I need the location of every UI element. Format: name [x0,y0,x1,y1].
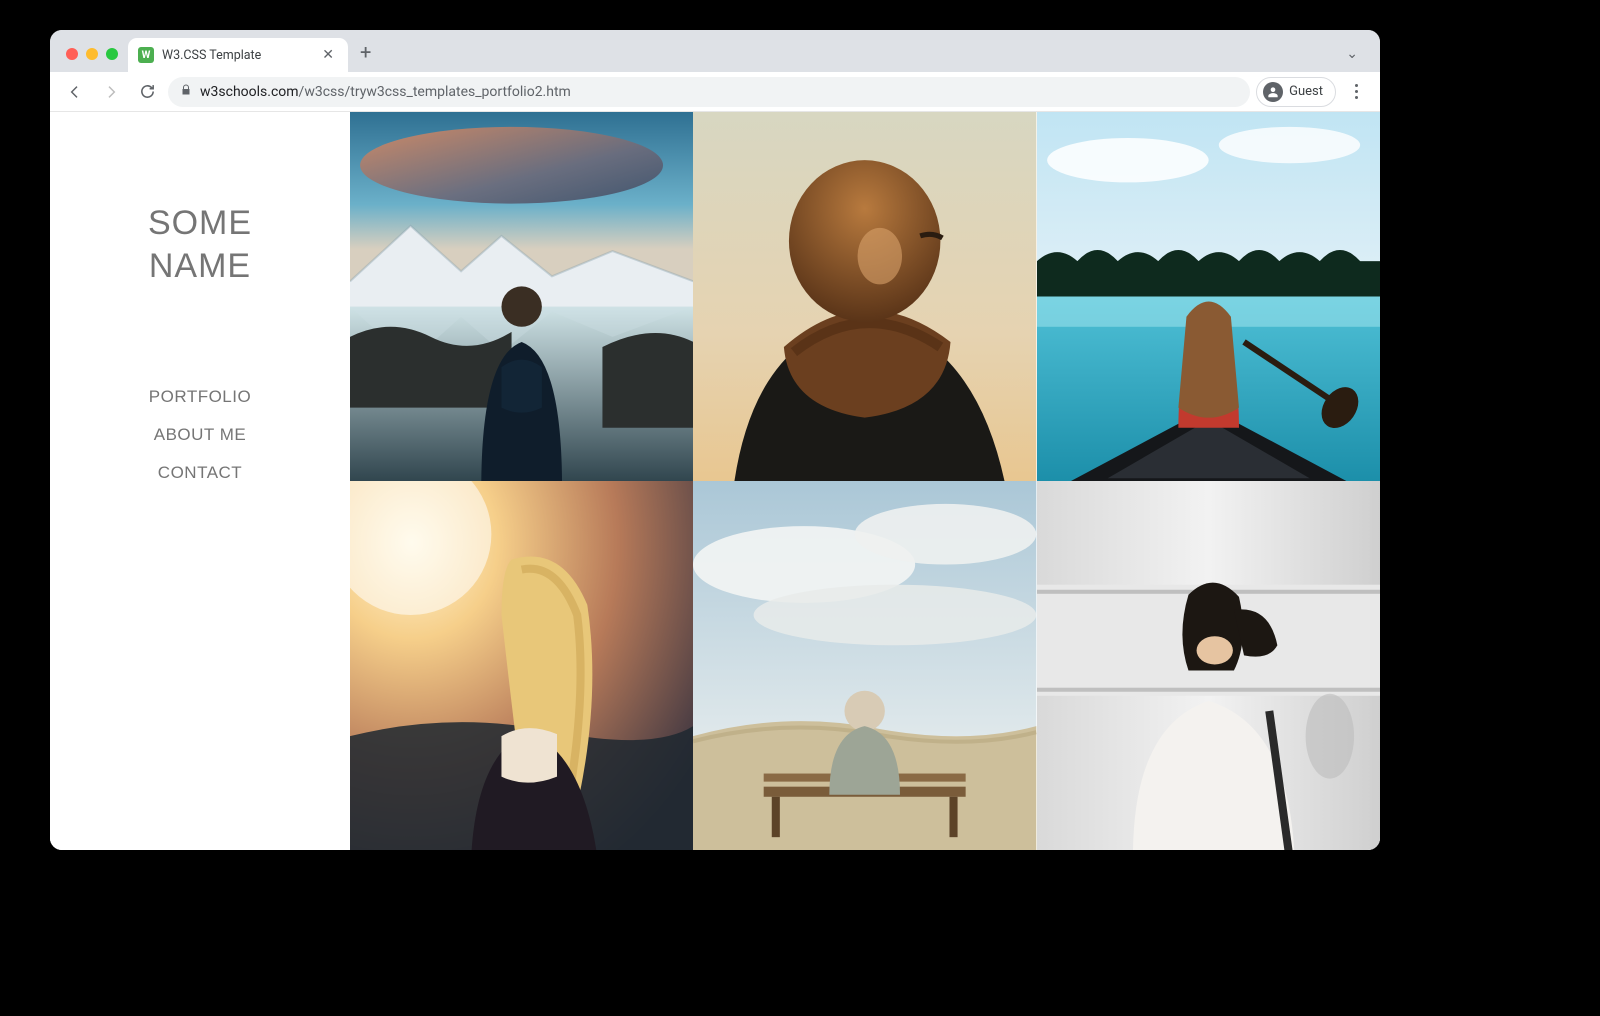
browser-tab[interactable]: W W3.CSS Template ✕ [128,38,348,72]
nav-portfolio[interactable]: PORTFOLIO [50,387,350,407]
portfolio-grid [350,112,1380,850]
brand-line2: NAME [50,245,350,288]
url-host: w3schools.com [200,84,299,100]
url-text: w3schools.com/w3css/tryw3css_templates_p… [200,84,571,100]
browser-window: W W3.CSS Template ✕ + ⌄ w3schools.com/w3… [50,30,1380,850]
profile-label: Guest [1289,84,1323,99]
minimize-window-icon[interactable] [86,48,98,60]
new-tab-button[interactable]: + [348,40,383,72]
profile-button[interactable]: Guest [1256,77,1336,107]
portfolio-tile-6[interactable] [1037,481,1380,850]
lock-icon [180,84,192,99]
sidebar: SOME NAME PORTFOLIO ABOUT ME CONTACT [50,112,350,850]
nav-contact[interactable]: CONTACT [50,463,350,483]
tab-close-icon[interactable]: ✕ [318,45,338,65]
portfolio-tile-5[interactable] [693,481,1036,850]
menu-button[interactable] [1342,84,1370,99]
brand-line1: SOME [50,202,350,245]
portfolio-tile-2[interactable] [693,112,1036,481]
portfolio-tile-4[interactable] [350,481,693,850]
maximize-window-icon[interactable] [106,48,118,60]
favicon-icon: W [138,47,154,63]
page-viewport: SOME NAME PORTFOLIO ABOUT ME CONTACT [50,112,1380,850]
back-button[interactable] [60,77,90,107]
site-brand[interactable]: SOME NAME [50,202,350,287]
nav-list: PORTFOLIO ABOUT ME CONTACT [50,387,350,483]
close-window-icon[interactable] [66,48,78,60]
portfolio-tile-3[interactable] [1037,112,1380,481]
nav-about-me[interactable]: ABOUT ME [50,425,350,445]
tab-title: W3.CSS Template [162,48,310,63]
url-path: /w3css/tryw3css_templates_portfolio2.htm [299,84,571,100]
tab-strip: W W3.CSS Template ✕ + ⌄ [50,30,1380,72]
address-bar[interactable]: w3schools.com/w3css/tryw3css_templates_p… [168,77,1250,107]
portfolio-tile-1[interactable] [350,112,693,481]
reload-button[interactable] [132,77,162,107]
avatar-icon [1263,82,1283,102]
tabs-overflow-icon[interactable]: ⌄ [1334,46,1370,72]
forward-button[interactable] [96,77,126,107]
window-controls [60,48,128,72]
toolbar: w3schools.com/w3css/tryw3css_templates_p… [50,72,1380,112]
